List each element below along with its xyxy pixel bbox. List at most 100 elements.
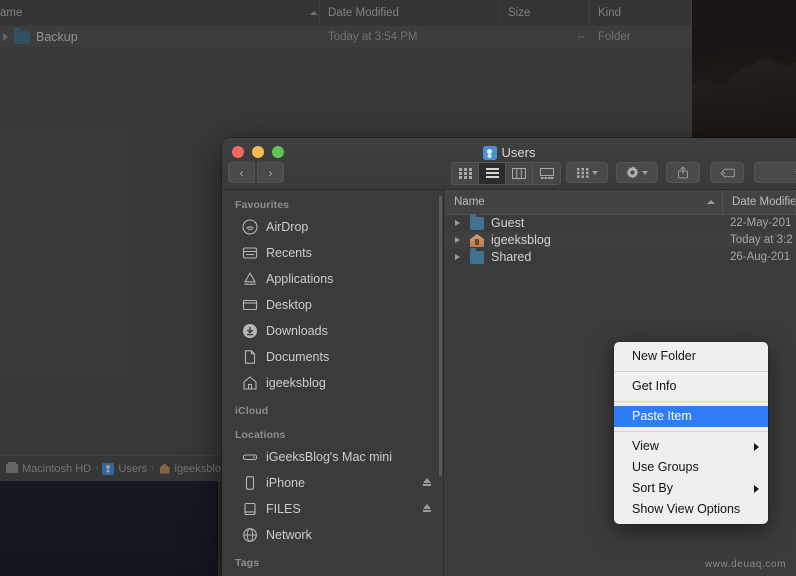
sidebar-item-documents[interactable]: Documents — [222, 344, 443, 370]
sidebar-item-downloads[interactable]: Downloads — [222, 318, 443, 344]
column-header-name[interactable]: Name — [445, 190, 723, 215]
breadcrumb-item-macintosh-hd[interactable]: Macintosh HD — [6, 462, 91, 475]
context-menu-item-show-view-options[interactable]: Show View Options — [614, 499, 768, 520]
desktop-icon — [242, 297, 258, 313]
sidebar-item-network[interactable]: Network — [222, 522, 443, 548]
search-button[interactable] — [754, 162, 796, 183]
menu-separator — [614, 431, 768, 432]
sidebar-item-label: AirDrop — [266, 220, 309, 234]
breadcrumb-separator: › — [151, 463, 155, 474]
table-row[interactable]: igeeksblog Today at 3:2 — [445, 232, 796, 249]
tag-icon — [719, 168, 735, 177]
share-icon — [678, 166, 688, 179]
airdrop-icon — [242, 219, 258, 235]
sidebar-section-tags: Tags — [235, 557, 260, 569]
column-header-name[interactable]: ame — [0, 0, 320, 27]
disclosure-triangle-icon[interactable] — [455, 220, 460, 226]
file-list-header: Name Date Modifie — [445, 190, 796, 215]
sidebar-scrollbar[interactable] — [439, 196, 442, 476]
menu-separator — [614, 401, 768, 402]
sidebar-item-iphone[interactable]: iPhone — [222, 470, 443, 496]
column-header-kind[interactable]: Kind — [590, 0, 692, 27]
eject-icon[interactable] — [423, 478, 431, 486]
gallery-view-button[interactable] — [533, 163, 560, 184]
network-globe-icon — [242, 527, 258, 543]
chevron-down-icon — [642, 170, 648, 175]
folder-icon — [470, 248, 484, 264]
sidebar-item-label: Downloads — [266, 324, 328, 338]
finder-sidebar[interactable]: Favourites AirDrop Recents Applications … — [222, 190, 444, 576]
tag-button[interactable] — [710, 162, 744, 183]
column-header-size[interactable]: Size — [500, 0, 590, 27]
icon-view-button[interactable] — [452, 163, 479, 184]
sidebar-item-files[interactable]: FILES — [222, 496, 443, 522]
sidebar-section-favourites: Favourites — [235, 199, 290, 211]
sort-indicator-icon — [310, 11, 318, 15]
sidebar-item-igeeksblog[interactable]: igeeksblog — [222, 370, 443, 396]
sidebar-item-airdrop[interactable]: AirDrop — [222, 214, 443, 240]
table-row[interactable]: Shared 26-Aug-201 — [445, 248, 796, 266]
arrange-button[interactable] — [566, 162, 608, 183]
sidebar-section-locations: Locations — [235, 429, 286, 441]
row-size: -- — [577, 31, 585, 43]
list-view-button[interactable] — [479, 163, 506, 184]
sidebar-item-mac-mini[interactable]: iGeeksBlog's Mac mini — [222, 444, 443, 470]
row-date-modified: 22-May-201 — [730, 217, 792, 229]
context-menu-item-new-folder[interactable]: New Folder — [614, 346, 768, 367]
context-menu-item-use-groups[interactable]: Use Groups — [614, 457, 768, 478]
disclosure-triangle-icon[interactable] — [455, 237, 460, 243]
context-menu-item-view[interactable]: View — [614, 436, 768, 457]
disclosure-triangle-icon[interactable] — [3, 33, 8, 41]
sort-indicator-icon — [707, 200, 715, 204]
eject-icon[interactable] — [423, 504, 431, 512]
column-header-date-modified[interactable]: Date Modifie — [723, 190, 796, 215]
table-row[interactable]: Backup Today at 3:54 PM -- Folder — [0, 27, 692, 47]
desktop-wallpaper-top — [692, 0, 796, 141]
row-name: Backup — [36, 30, 78, 44]
sidebar-item-recents[interactable]: Recents — [222, 240, 443, 266]
chevron-left-icon: ‹ — [239, 165, 244, 180]
home-folder-icon — [159, 463, 171, 475]
column-header-date-modified[interactable]: Date Modified — [320, 0, 500, 27]
documents-icon — [242, 349, 258, 365]
sidebar-item-desktop[interactable]: Desktop — [222, 292, 443, 318]
sidebar-item-tag-red[interactable]: Red — [222, 572, 443, 576]
column-view-button[interactable] — [506, 163, 533, 184]
forward-button[interactable]: › — [257, 162, 284, 183]
home-icon — [242, 375, 258, 391]
users-folder-icon — [482, 145, 497, 160]
columns-icon — [512, 168, 526, 179]
mac-mini-icon — [242, 449, 258, 465]
row-date-modified: 26-Aug-201 — [730, 251, 791, 263]
context-menu-item-get-info[interactable]: Get Info — [614, 376, 768, 397]
sidebar-item-label: Documents — [266, 350, 330, 364]
sidebar-item-applications[interactable]: Applications — [222, 266, 443, 292]
gallery-icon — [539, 168, 554, 179]
sidebar-section-icloud: iCloud — [235, 405, 269, 417]
window-title: Users — [222, 144, 796, 161]
applications-icon — [242, 271, 258, 287]
sidebar-item-label: iPhone — [266, 476, 305, 490]
disclosure-triangle-icon[interactable] — [455, 254, 460, 260]
screen: ame Date Modified Size Kind Backup Today… — [0, 0, 796, 576]
window-title-text: Users — [501, 145, 536, 160]
row-kind: Folder — [598, 31, 631, 43]
table-row[interactable]: Guest 22-May-201 — [445, 214, 796, 232]
back-button[interactable]: ‹ — [228, 162, 255, 183]
context-menu[interactable]: New Folder Get Info Paste Item View Use … — [614, 342, 768, 524]
context-menu-item-paste-item[interactable]: Paste Item — [614, 406, 768, 427]
grid-icon — [576, 167, 588, 178]
navigation-buttons: ‹ › — [228, 162, 284, 183]
view-mode-switcher — [451, 162, 561, 185]
context-menu-item-sort-by[interactable]: Sort By — [614, 478, 768, 499]
finder-titlebar[interactable]: Users ‹ › — [222, 138, 796, 190]
breadcrumb-item-users[interactable]: Users — [102, 462, 148, 475]
sidebar-item-label: Network — [266, 528, 312, 542]
submenu-arrow-icon — [754, 485, 759, 493]
breadcrumb-item-igeeksblog[interactable]: igeeksblo — [159, 463, 221, 475]
action-button[interactable] — [616, 162, 658, 183]
downloads-icon — [242, 323, 258, 339]
share-button[interactable] — [666, 162, 700, 183]
breadcrumb-label: Users — [118, 462, 148, 475]
submenu-arrow-icon — [754, 443, 759, 451]
